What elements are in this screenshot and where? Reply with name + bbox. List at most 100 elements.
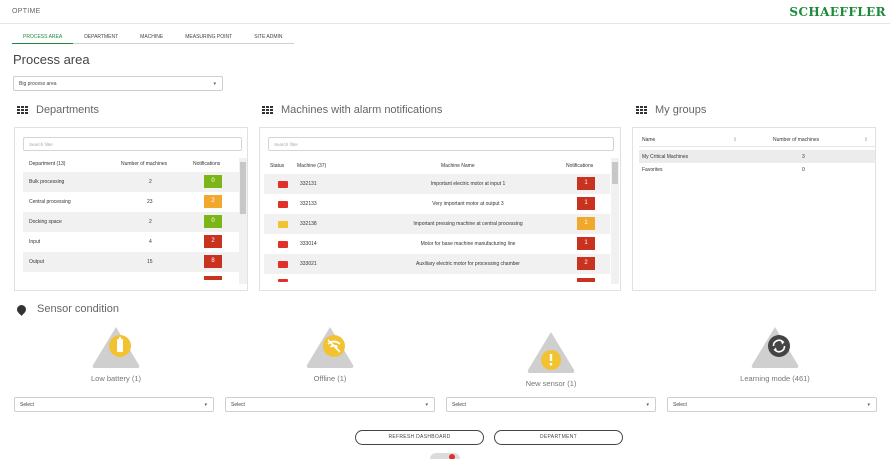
table-row[interactable]: Central processing 23 2 <box>23 192 247 212</box>
group-name: Favorites <box>642 167 663 173</box>
departments-search-input[interactable]: Search filter <box>23 137 242 151</box>
group-name: My Critical Machines <box>642 154 689 160</box>
groups-heading: My groups <box>636 104 706 116</box>
grid-icon <box>262 105 273 115</box>
department-name: Input <box>29 239 41 245</box>
tab-site-admin[interactable]: SITE ADMIN <box>243 34 293 43</box>
groups-card: Name ⇕ Number of machines ⇕ My Critical … <box>632 127 876 291</box>
notification-badge: 8 <box>204 255 222 268</box>
sensor-label: Low battery (1) <box>90 374 142 383</box>
notification-badge: 2 <box>204 195 222 208</box>
notification-badge <box>204 276 222 280</box>
machine-id: 333021 <box>300 261 317 267</box>
sensor-select-new[interactable]: Select ▾ <box>446 397 656 412</box>
column-header-department[interactable]: Department (13) <box>29 161 65 167</box>
table-row[interactable]: 333021 Auxiliary electric motor for proc… <box>264 254 610 274</box>
department-name: Bulk processing <box>29 179 65 185</box>
sensor-select-offline[interactable]: Select ▾ <box>225 397 435 412</box>
app-title[interactable]: OPTIME <box>12 8 41 15</box>
table-header: Name ⇕ Number of machines ⇕ <box>639 136 875 147</box>
sensor-low-battery[interactable]: Low battery (1) <box>76 323 156 383</box>
sensor-label: New sensor (1) <box>525 379 577 388</box>
refresh-dashboard-button[interactable]: REFRESH DASHBOARD <box>355 430 484 445</box>
sensor-offline[interactable]: Offline (1) <box>290 323 370 383</box>
table-row[interactable]: My Critical Machines 3 <box>639 150 875 163</box>
machine-name: Auxiliary electric motor for processing … <box>416 261 520 267</box>
machine-name: Very important motor at output 3 <box>432 201 504 207</box>
tab-machine[interactable]: MACHINE <box>129 34 174 43</box>
column-header-machine-name[interactable]: Machine Name <box>441 163 475 169</box>
column-header-machines[interactable]: Number of machines <box>121 161 167 167</box>
machine-count: 23 <box>147 199 153 205</box>
table-row[interactable]: 332138 Important pressing machine at cen… <box>264 214 610 234</box>
department-name: Central processing <box>29 199 71 205</box>
table-row[interactable]: 332133 Very important motor at output 3 … <box>264 194 610 214</box>
sensor-label: Learning mode (461) <box>740 374 810 383</box>
column-header-status[interactable]: Status <box>270 163 284 169</box>
table-row[interactable]: Favorites 0 <box>639 163 875 176</box>
machines-table: Status Machine (37) Machine Name Notific… <box>264 158 610 282</box>
process-area-select[interactable]: Big process area ▾ <box>13 76 223 91</box>
department-name: Docking space <box>29 219 62 225</box>
groups-title: My groups <box>655 104 707 116</box>
grid-icon <box>17 105 28 115</box>
departments-scrollbar[interactable] <box>239 158 247 284</box>
partial-widget <box>430 453 460 459</box>
triangle-icon <box>527 332 575 373</box>
departments-heading: Departments <box>17 104 99 116</box>
notification-badge: 1 <box>577 197 595 210</box>
sensor-condition-title: Sensor condition <box>37 303 119 315</box>
sensor-select-low-battery[interactable]: Select ▾ <box>14 397 214 412</box>
table-row[interactable]: 333014 Motor for base machine manufactur… <box>264 234 610 254</box>
table-header: Department (13) Number of machines Notif… <box>23 156 247 172</box>
notification-badge: 1 <box>577 177 595 190</box>
tab-process-area[interactable]: PROCESS AREA <box>12 34 74 44</box>
page-title: Process area <box>13 52 90 67</box>
machine-id: 332133 <box>300 201 317 207</box>
table-row[interactable]: Docking space 2 0 <box>23 212 247 232</box>
battery-icon <box>117 339 123 352</box>
notification-badge <box>577 278 595 282</box>
sensor-learning-mode[interactable]: Learning mode (461) <box>735 323 815 383</box>
department-button[interactable]: DEPARTMENT <box>494 430 623 445</box>
table-row[interactable]: Output 15 8 <box>23 252 247 272</box>
column-header-notifications[interactable]: Notifications <box>566 163 593 169</box>
triangle-icon <box>92 327 140 368</box>
grid-icon <box>636 105 647 115</box>
top-bar: OPTIME SCHAEFFLER <box>0 0 890 24</box>
notification-badge: 1 <box>577 217 595 230</box>
chevron-down-icon: ▾ <box>867 401 870 408</box>
department-name: Output <box>29 259 45 265</box>
column-header-notifications[interactable]: Notifications <box>193 161 220 167</box>
table-row[interactable]: Bulk processing 2 0 <box>23 172 247 192</box>
sort-icon[interactable]: ⇕ <box>733 137 737 143</box>
table-row[interactable]: 332131 Important electric motor at input… <box>264 174 610 194</box>
drop-icon <box>15 302 28 316</box>
table-row[interactable]: Input 4 2 <box>23 232 247 252</box>
notification-badge: 2 <box>204 235 222 248</box>
alarm-status-icon <box>278 181 288 188</box>
column-header-name[interactable]: Name <box>642 137 655 143</box>
sensor-select-learning-mode[interactable]: Select ▾ <box>667 397 877 412</box>
notification-badge: 1 <box>577 237 595 250</box>
group-machine-count: 0 <box>802 167 805 173</box>
alarm-status-icon <box>278 201 288 208</box>
table-row-partial <box>23 272 247 280</box>
scrollbar-thumb[interactable] <box>240 162 246 214</box>
column-header-machine[interactable]: Machine (37) <box>297 163 326 169</box>
column-header-machines[interactable]: Number of machines <box>773 137 819 143</box>
machine-count: 2 <box>149 219 152 225</box>
machine-name: Important electric motor at input 1 <box>430 181 506 187</box>
tab-measuring-point[interactable]: MEASURING POINT <box>174 34 243 43</box>
machine-count: 4 <box>149 239 152 245</box>
sort-icon[interactable]: ⇕ <box>864 137 868 143</box>
groups-table: Name ⇕ Number of machines ⇕ My Critical … <box>639 136 875 176</box>
process-area-select-value: Big process area <box>19 80 57 87</box>
machines-search-input[interactable]: Search filter <box>268 137 614 151</box>
scrollbar-thumb[interactable] <box>612 162 618 184</box>
tab-department[interactable]: DEPARTMENT <box>73 34 129 43</box>
sensor-new[interactable]: New sensor (1) <box>511 328 591 388</box>
exclamation-icon <box>549 354 553 361</box>
warning-status-icon <box>278 221 288 228</box>
machines-scrollbar[interactable] <box>611 158 619 284</box>
